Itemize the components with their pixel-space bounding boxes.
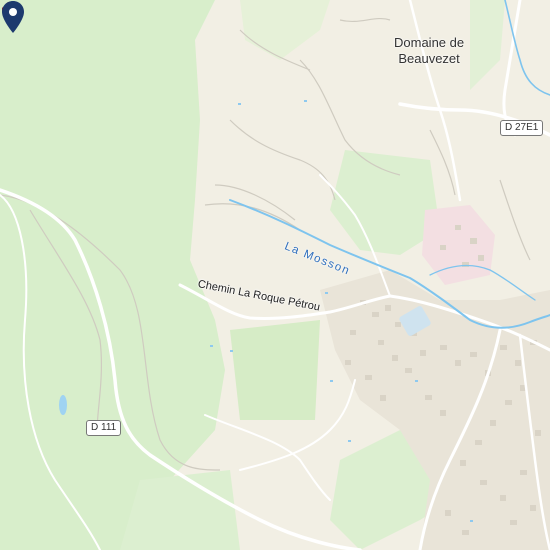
place-label-line2: Beauvezet: [398, 51, 460, 66]
pond: [59, 395, 67, 415]
map-view[interactable]: Domaine de Beauvezet La Mosson Chemin La…: [0, 0, 550, 550]
place-label-line1: Domaine de: [394, 35, 465, 50]
road-shield-d111: D 111: [86, 420, 122, 436]
location-pin-icon[interactable]: [0, 0, 26, 34]
map-base-layer: [0, 0, 550, 550]
place-label-domaine-de-beauvezet: Domaine de Beauvezet: [394, 35, 464, 67]
road-shield-d27e1: D 27E1: [500, 120, 544, 136]
forest-area-south: [230, 320, 320, 420]
